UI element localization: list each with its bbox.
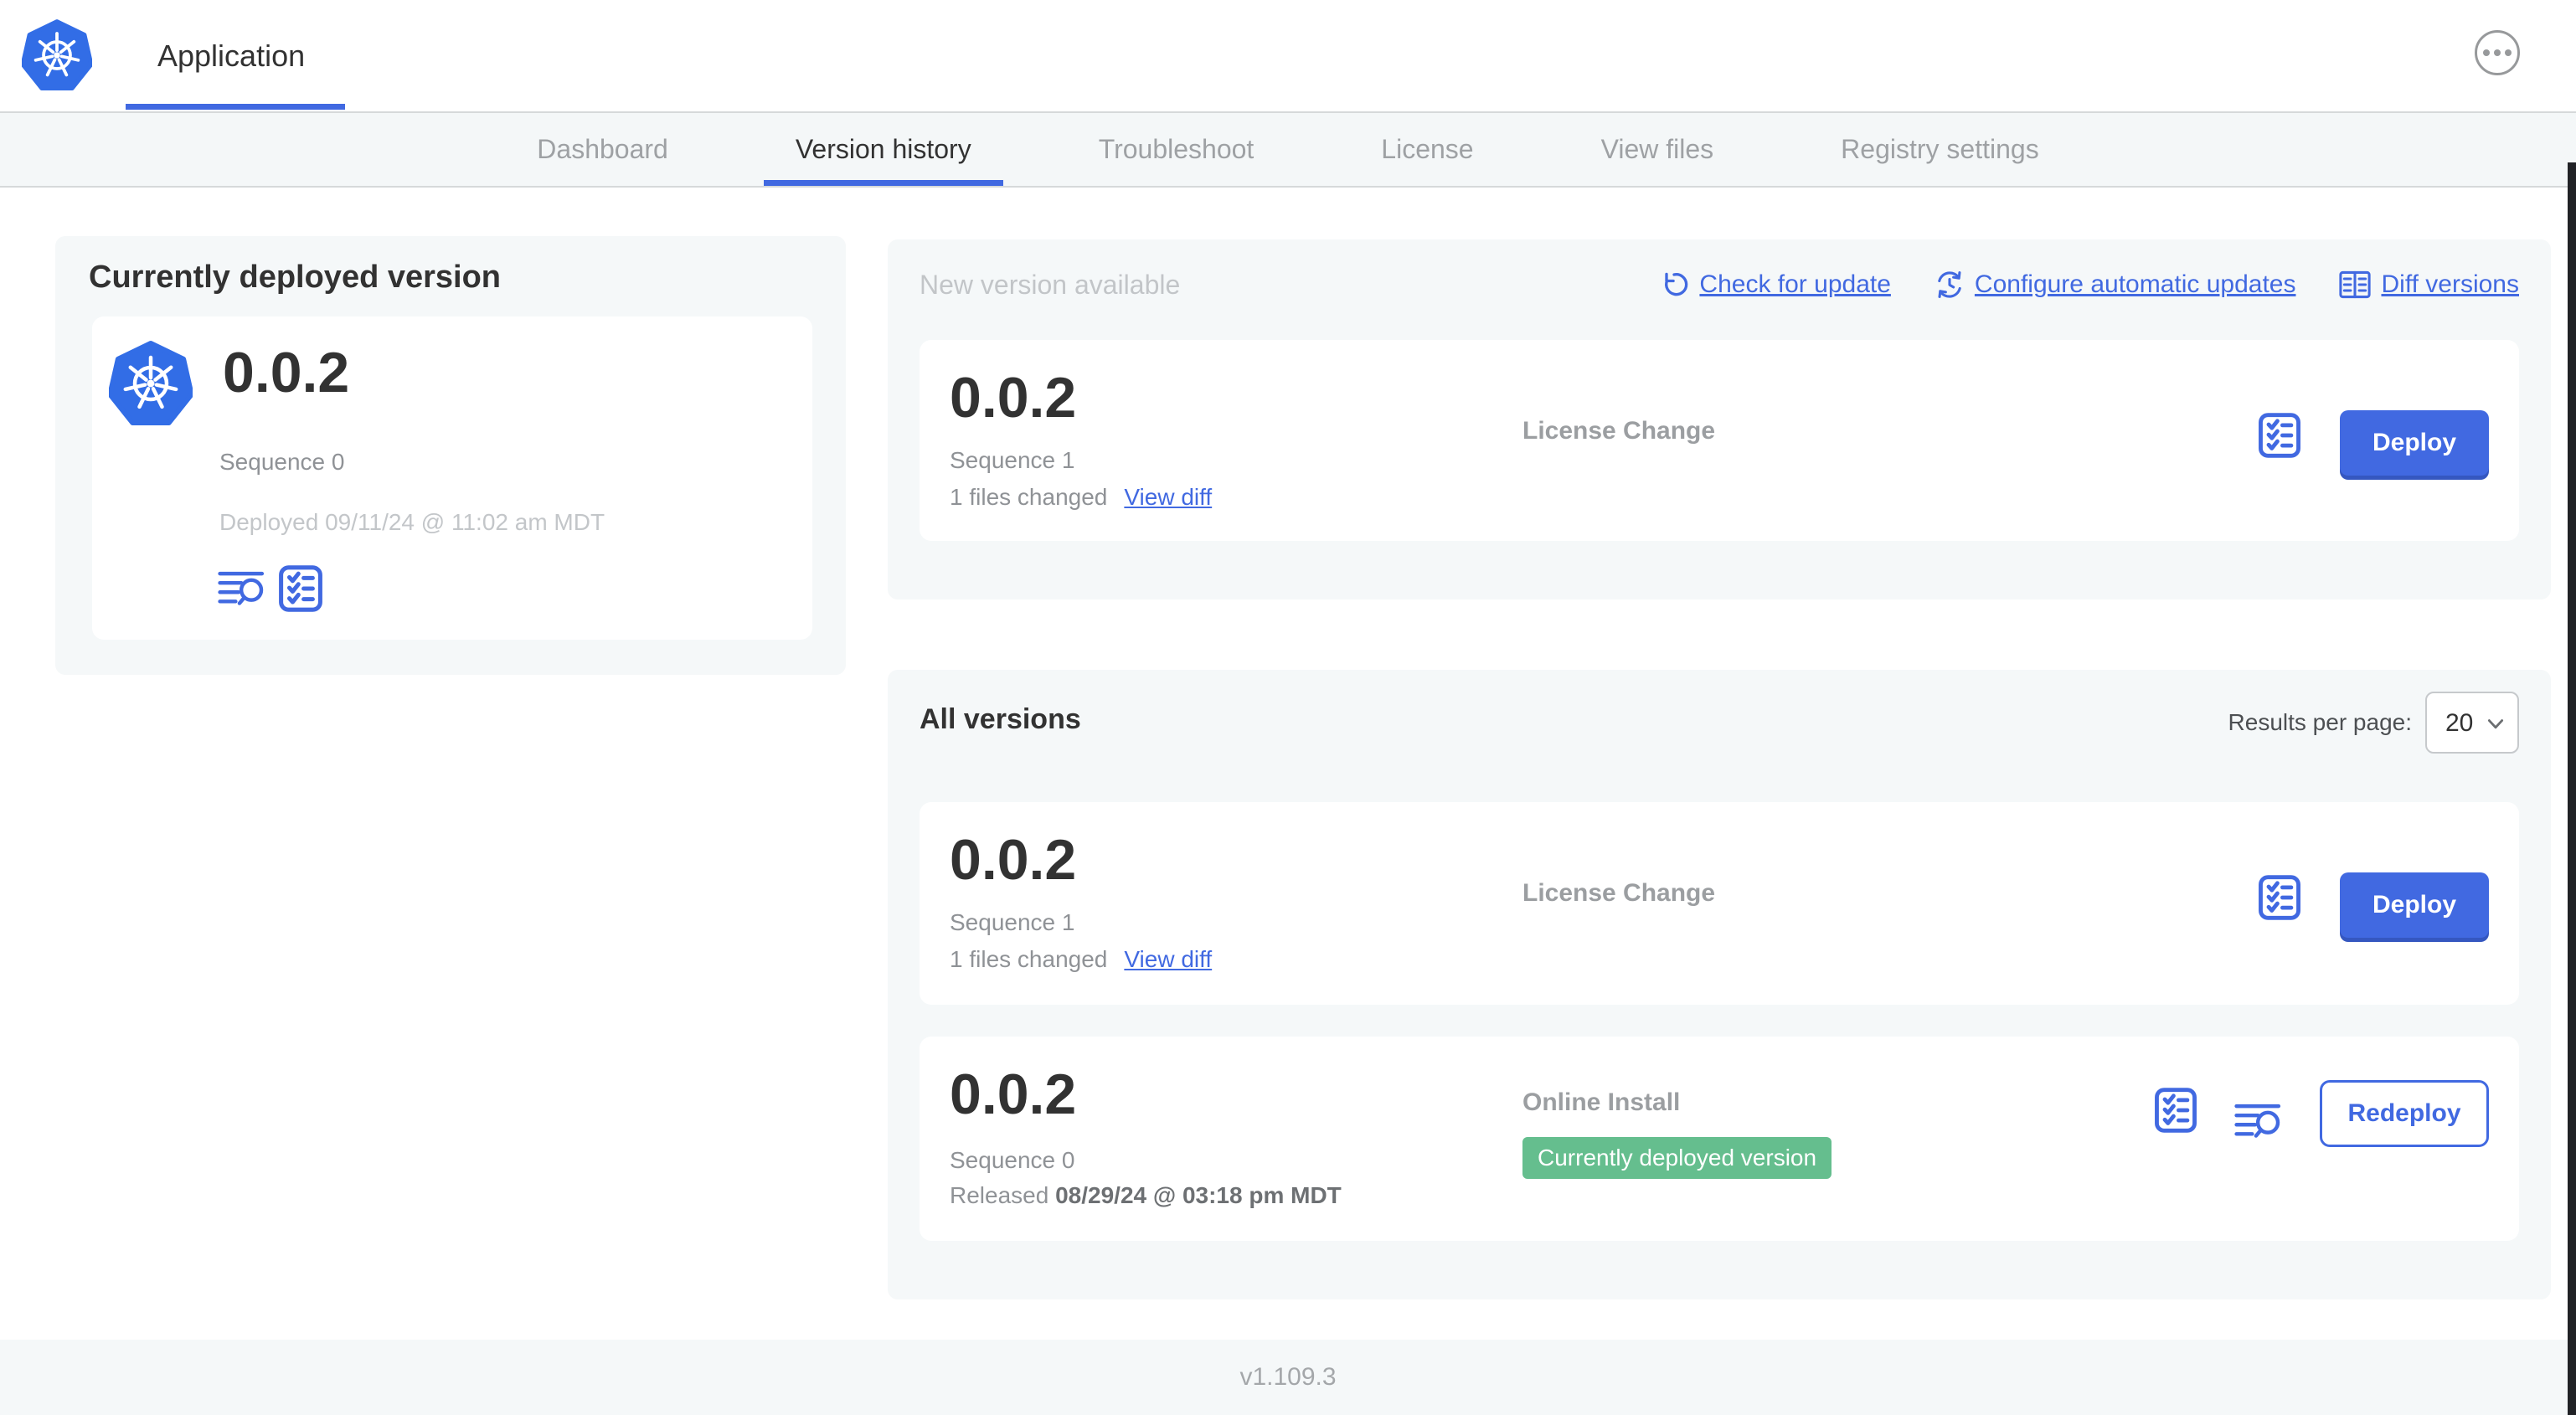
version-row: 0.0.2 Sequence 1 1 files changed View di… [920,802,2519,1005]
vertical-scrollbar[interactable] [2568,162,2576,1415]
currently-deployed-badge: Currently deployed version [1522,1137,1832,1179]
new-version-panel: New version available Check for update C… [888,239,2551,599]
preflight-checks-icon[interactable] [2258,412,2301,459]
deploy-logs-icon[interactable] [218,569,266,608]
currently-deployed-card: 0.0.2 Sequence 0 Deployed 09/11/24 @ 11:… [92,316,812,640]
refresh-icon [1659,270,1689,300]
tab-dashboard[interactable]: Dashboard [505,113,700,186]
deployed-version-number: 0.0.2 [223,341,350,404]
deployed-timestamp: Deployed 09/11/24 @ 11:02 am MDT [219,509,605,535]
files-changed-row: 1 files changed View diff [950,946,1212,973]
diff-versions-link[interactable]: Diff versions [2339,270,2519,299]
all-versions-title: All versions [920,703,1081,735]
version-source: Online Install [1522,1088,1681,1116]
more-options-button[interactable] [2475,30,2520,75]
version-sequence: Sequence 1 [950,909,1075,935]
new-version-title: New version available [920,270,1181,300]
new-version-card: 0.0.2 Sequence 1 1 files changed View di… [920,340,2519,541]
currently-deployed-panel: Currently deployed version 0.0.2 Sequenc… [55,236,846,675]
all-versions-panel: All versions Results per page: 20 0.0.2 … [888,670,2551,1299]
kubernetes-app-icon [109,340,193,427]
version-number: 0.0.2 [950,366,1077,430]
version-number: 0.0.2 [950,1063,1077,1126]
main-nav: Dashboard Version history Troubleshoot L… [0,111,2576,188]
files-changed-row: 1 files changed View diff [950,484,1212,511]
version-sequence: Sequence 0 [950,1147,1075,1173]
files-changed-label: 1 files changed [950,484,1108,510]
console-version: v1.109.3 [1239,1363,1337,1391]
version-source: License Change [1522,417,1716,445]
deploy-logs-icon[interactable] [2234,1102,2283,1140]
page-title-underline [126,104,345,110]
version-row: 0.0.2 Sequence 0 Released 08/29/24 @ 03:… [920,1037,2519,1241]
preflight-checks-icon[interactable] [2258,874,2301,921]
version-number: 0.0.2 [950,828,1077,892]
preflight-checks-icon[interactable] [2154,1087,2197,1134]
app-footer: v1.109.3 [0,1340,2576,1415]
app-header: Application [0,0,2576,111]
preflight-checks-icon[interactable] [278,564,323,613]
version-source: License Change [1522,879,1716,907]
kubernetes-logo-icon [22,18,92,92]
tab-registry-settings[interactable]: Registry settings [1809,113,2071,186]
view-diff-link[interactable]: View diff [1124,946,1212,973]
tab-version-history[interactable]: Version history [764,113,1003,186]
ellipsis-icon [2483,49,2490,56]
results-per-page-select[interactable]: 20 [2425,692,2519,754]
view-diff-link[interactable]: View diff [1124,484,1212,511]
released-timestamp: Released 08/29/24 @ 03:18 pm MDT [950,1182,1342,1208]
page-title: Application [157,39,306,73]
diff-icon [2339,270,2372,299]
deployed-sequence: Sequence 0 [219,449,345,475]
version-actions-row: Check for update Configure automatic upd… [1659,270,2519,300]
results-per-page-label: Results per page: [2228,709,2412,735]
check-for-update-link[interactable]: Check for update [1659,270,1891,300]
results-per-page: Results per page: 20 [2228,692,2519,754]
configure-automatic-updates-link[interactable]: Configure automatic updates [1935,270,2295,300]
deploy-button[interactable]: Deploy [2340,872,2489,938]
tab-view-files[interactable]: View files [1569,113,1746,186]
deploy-button[interactable]: Deploy [2340,410,2489,476]
tab-troubleshoot[interactable]: Troubleshoot [1067,113,1286,186]
tab-license[interactable]: License [1349,113,1505,186]
redeploy-button[interactable]: Redeploy [2320,1080,2489,1147]
files-changed-label: 1 files changed [950,946,1108,972]
currently-deployed-title: Currently deployed version [89,260,502,295]
version-sequence: Sequence 1 [950,447,1075,473]
schedule-update-icon [1935,270,1965,300]
